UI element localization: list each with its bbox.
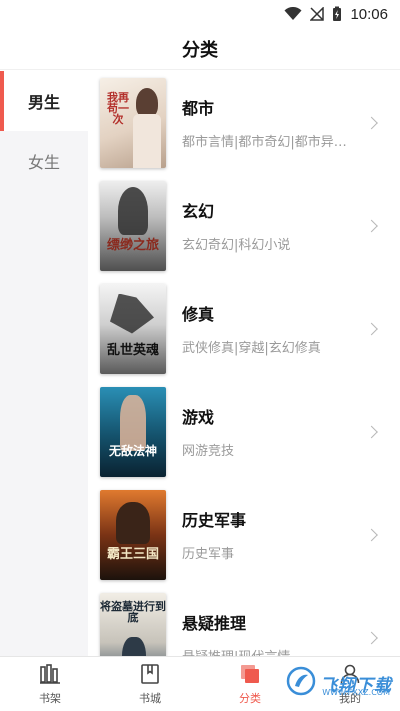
category-subtitle: 都市言情|都市奇幻|都市异能|... <box>182 135 354 150</box>
sidebar-item-male[interactable]: 男生 <box>0 71 88 131</box>
category-name: 游戏 <box>182 408 215 427</box>
book-cover: 缥缈之旅 <box>100 180 166 271</box>
category-subtitle: 武侠修真|穿越|玄幻修真 <box>182 341 321 356</box>
nav-label: 书架 <box>39 692 61 705</box>
cover-title: 缥缈之旅 <box>106 237 159 253</box>
cover-title: 将盗墓进行到底 <box>100 599 166 624</box>
category-subtitle: 网游竞技 <box>182 444 235 459</box>
cover-title: 乱世英魂 <box>106 342 159 358</box>
book-cover: 无敌法神 <box>100 386 166 477</box>
watermark-url: WWW.FXXZ.COM <box>322 688 390 697</box>
watermark: 飞翔下载 WWW.FXXZ.COM <box>286 666 392 700</box>
nav-label: 书城 <box>139 692 161 705</box>
nav-label: 分类 <box>239 692 261 705</box>
category-icon <box>238 662 262 686</box>
category-name: 都市 <box>182 99 215 118</box>
book-cover: 霸王三国 <box>100 489 166 580</box>
watermark-logo-icon <box>286 666 316 700</box>
category-subtitle: 历史军事 <box>182 547 235 562</box>
no-signal-icon <box>310 7 325 21</box>
category-row-cultivation[interactable]: 乱世英魂 修真 武侠修真|穿越|玄幻修真 <box>88 277 400 380</box>
wifi-icon <box>284 7 302 21</box>
category-list: 我再苟一次 都市 都市言情|都市奇幻|都市异能|... 缥缈之旅 玄幻 玄幻奇幻… <box>88 71 400 656</box>
nav-category[interactable]: 分类 <box>200 657 300 711</box>
category-subtitle: 玄幻奇幻|科幻小说 <box>182 238 291 253</box>
nav-bookshelf[interactable]: 书架 <box>0 657 100 711</box>
bookshelf-icon <box>38 662 62 686</box>
cover-title: 我再苟一次 <box>107 90 129 126</box>
category-row-urban[interactable]: 我再苟一次 都市 都市言情|都市奇幻|都市异能|... <box>88 71 400 174</box>
bookstore-icon <box>138 662 162 686</box>
category-name: 玄幻 <box>182 202 215 221</box>
status-bar: 10:06 <box>0 0 400 28</box>
category-row-fantasy[interactable]: 缥缈之旅 玄幻 玄幻奇幻|科幻小说 <box>88 174 400 277</box>
sidebar-item-label: 女生 <box>27 153 60 172</box>
battery-charging-icon <box>332 6 342 22</box>
category-name: 悬疑推理 <box>182 614 247 633</box>
page-title: 分类 <box>182 39 218 61</box>
book-cover: 乱世英魂 <box>100 283 166 374</box>
title-bar: 分类 <box>0 28 400 70</box>
category-row-history-military[interactable]: 霸王三国 历史军事 历史军事 <box>88 483 400 586</box>
category-row-games[interactable]: 无敌法神 游戏 网游竞技 <box>88 380 400 483</box>
book-cover: 我再苟一次 <box>100 77 166 168</box>
category-row-mystery[interactable]: 将盗墓进行到底 悬疑推理 悬疑推理|现代言情 <box>88 586 400 656</box>
category-name: 修真 <box>182 305 215 324</box>
nav-bookstore[interactable]: 书城 <box>100 657 200 711</box>
category-name: 历史军事 <box>182 511 247 530</box>
cover-title: 无敌法神 <box>108 443 157 458</box>
sidebar-item-female[interactable]: 女生 <box>0 131 88 191</box>
cover-title: 霸王三国 <box>106 546 159 562</box>
status-time: 10:06 <box>350 5 388 23</box>
book-cover: 将盗墓进行到底 <box>100 592 166 656</box>
sidebar-item-label: 男生 <box>27 93 60 112</box>
gender-sidebar: 男生 女生 <box>0 71 88 656</box>
category-subtitle: 悬疑推理|现代言情 <box>182 646 354 656</box>
